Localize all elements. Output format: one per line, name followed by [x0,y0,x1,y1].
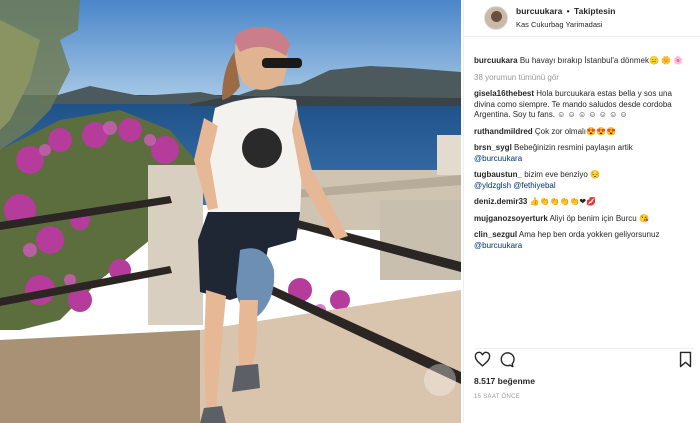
comment-text: bizim eve benziyo 😔 [524,170,601,179]
post-side-panel: burcuukara • Takiptesin Kas Cukurbag Yar… [463,0,700,423]
comment-item: brsn_sygl Bebeğinizin resmini paylaşın a… [474,143,694,164]
caption-username[interactable]: burcuukara [474,56,518,65]
location-link[interactable]: Kas Cukurbag Yarimadasi [516,20,602,29]
comment-item: mujganozsoyerturk Aliyi öp benim için Bu… [474,214,694,225]
avatar[interactable] [484,6,508,30]
comment-mention[interactable]: @burcuukara [474,241,522,250]
comment-username[interactable]: clin_sezgul [474,230,517,239]
post-image [0,0,461,423]
heart-icon[interactable] [474,351,491,368]
comment-username[interactable]: mujganozsoyerturk [474,214,548,223]
comment-text: 👍👏👏👏👏❤💋 [529,197,597,206]
comment-item: ruthandmildred Çok zor olmalı😍😍😍 [474,127,694,138]
bookmark-icon[interactable] [677,351,694,368]
comment-username[interactable]: ruthandmildred [474,127,533,136]
follow-status-button[interactable]: Takiptesin [574,6,615,16]
post-timestamp: 15 SAAT ÖNCE [474,394,521,400]
view-all-comments-link[interactable]: 38 yorumun tümünü gör [474,73,694,84]
comment-username[interactable]: gisela16thebest [474,89,534,98]
post-header: burcuukara • Takiptesin Kas Cukurbag Yar… [464,0,700,37]
comment-text: Çok zor olmalı😍😍😍 [534,126,616,136]
comment-text: Ama hep ben orda yokken geliyorsunuz [518,230,660,239]
caption-text: Bu havayı bırakıp İstanbul'a dönmek😑 🌼 🌸 [519,56,684,65]
comment-item: deniz.demir33 👍👏👏👏👏❤💋 [474,197,694,208]
comment-text: Aliyi öp benim için Burcu 😘 [549,213,649,223]
comment-username[interactable]: brsn_sygl [474,143,512,152]
comment-mention[interactable]: @yldzglsh @fethiyebal [474,181,556,190]
caption: burcuukara Bu havayı bırakıp İstanbul'a … [474,56,694,67]
comment-username[interactable]: deniz.demir33 [474,197,527,206]
comment-item: clin_sezgul Ama hep ben orda yokken geli… [474,230,694,251]
header-user-line: burcuukara • Takiptesin [516,6,615,16]
post-photo[interactable] [0,0,461,423]
username-link[interactable]: burcuukara [516,6,562,16]
separator-dot: • [566,6,570,16]
comment-item: gisela16thebest Hola burcuukara estas be… [474,89,694,121]
comment-icon[interactable] [498,351,515,368]
comment-mention[interactable]: @burcuukara [474,154,522,163]
comment-username[interactable]: tugbaustun_ [474,170,522,179]
comment-item: tugbaustun_ bizim eve benziyo 😔 @yldzgls… [474,170,694,191]
likes-count[interactable]: 8.517 beğenme [474,376,535,386]
comments-section: burcuukara Bu havayı bırakıp İstanbul'a … [474,56,694,257]
comment-text: Bebeğinizin resmini paylaşın artik [514,143,633,152]
action-bar [474,348,694,369]
